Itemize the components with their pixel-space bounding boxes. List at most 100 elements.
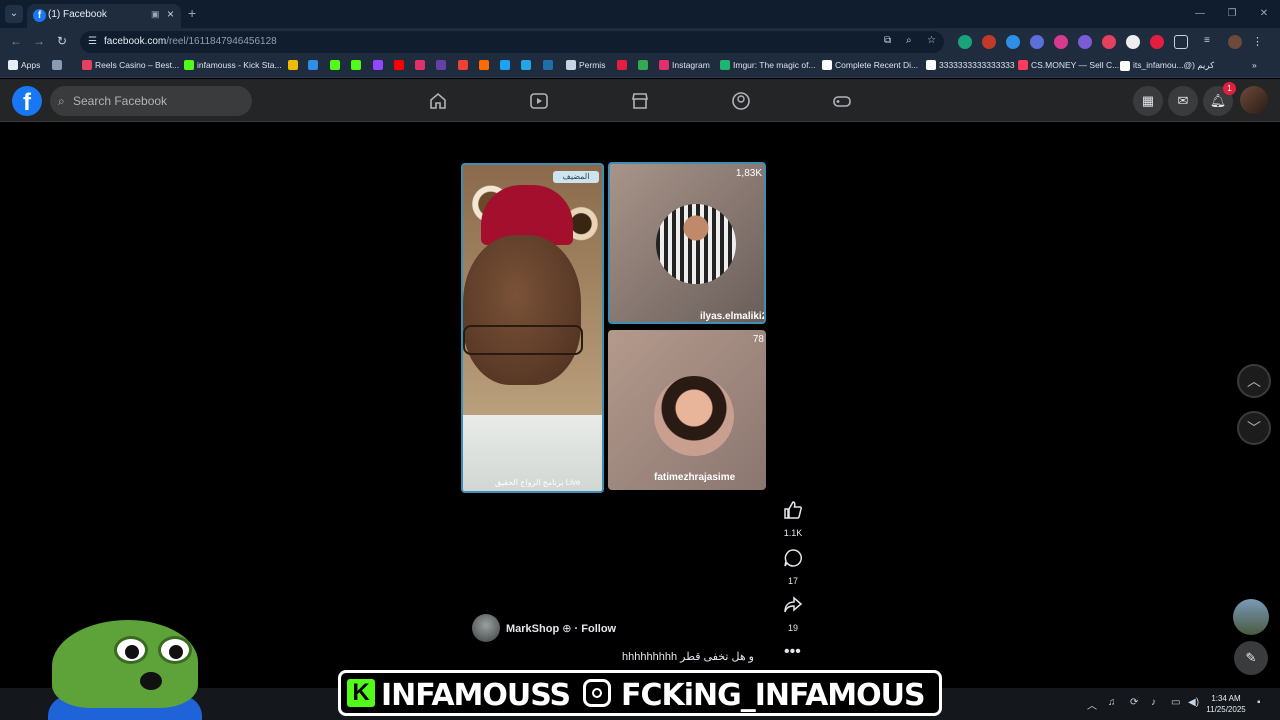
bookmark-item[interactable] <box>52 60 62 70</box>
search-input[interactable] <box>73 86 243 116</box>
bookmark-item[interactable]: 3333333333333333 <box>926 60 1015 70</box>
next-reel-button[interactable]: ﹀ <box>1237 411 1271 445</box>
comment-button[interactable]: 17 <box>778 548 808 586</box>
extension-icon[interactable] <box>958 35 972 49</box>
extension-icon[interactable] <box>1006 35 1020 49</box>
menu-kebab-icon[interactable]: ⋮ <box>1252 35 1266 49</box>
extension-icon[interactable] <box>1150 35 1164 49</box>
bookmark-item[interactable] <box>351 60 361 70</box>
back-icon[interactable]: ← <box>10 34 22 48</box>
bookmark-item[interactable] <box>288 60 298 70</box>
zoom-icon[interactable]: ⌕ <box>906 35 912 46</box>
bookmarks-overflow-icon[interactable]: » <box>1252 60 1257 70</box>
headset-icon[interactable]: ♫ <box>1108 697 1116 708</box>
extension-icon[interactable] <box>1078 35 1092 49</box>
host-glasses <box>463 325 583 355</box>
maximize-icon[interactable]: ❐ <box>1216 0 1248 28</box>
bookmark-item[interactable]: infamouss - Kick Sta... <box>184 60 282 70</box>
bookmark-label: CS.MONEY — Sell C... <box>1031 60 1120 70</box>
bookmark-item[interactable] <box>436 60 446 70</box>
microphone-icon[interactable]: ♪ <box>1151 697 1156 708</box>
extension-icon[interactable] <box>982 35 996 49</box>
more-options-icon[interactable]: ••• <box>784 643 801 661</box>
tab-close-icon[interactable]: × <box>167 7 174 21</box>
close-window-icon[interactable]: ✕ <box>1248 0 1280 28</box>
extension-icon[interactable] <box>1126 35 1140 49</box>
clock-date: 11/25/2025 <box>1206 705 1246 714</box>
bookmark-item[interactable]: CS.MONEY — Sell C... <box>1018 60 1119 70</box>
bookmark-item[interactable]: Reels Casino – Best... <box>82 60 179 70</box>
clock[interactable]: 1:34 AM 11/25/2025 <box>1206 693 1246 715</box>
tab-facebook[interactable]: f (1) Facebook ▣ × <box>27 4 181 28</box>
follow-button[interactable]: Follow <box>581 623 616 635</box>
bookmark-item[interactable]: Imgur: The magic of... <box>720 60 816 70</box>
extension-icon[interactable] <box>1054 35 1068 49</box>
bookmark-item[interactable] <box>543 60 553 70</box>
address-bar[interactable]: ☰ facebook.com/reel/1611847946456128 ⧉ ⌕… <box>80 31 944 53</box>
bookmark-favicon-icon <box>500 60 510 70</box>
bookmark-item[interactable] <box>500 60 510 70</box>
search-box[interactable]: ⌕ <box>50 86 252 116</box>
bookmark-item[interactable]: its_infamou...@) كريم <box>1120 60 1214 71</box>
share-button[interactable]: 19 <box>778 595 808 633</box>
reel-caption: hhhhhhhhh و هل تخفى قطر <box>622 651 754 663</box>
bookmark-item[interactable] <box>373 60 383 70</box>
bookmark-item[interactable] <box>330 60 340 70</box>
forward-icon[interactable]: → <box>33 34 45 48</box>
author-avatar[interactable] <box>472 614 500 642</box>
notifications-tray-icon[interactable]: ▪ <box>1257 697 1261 708</box>
gaming-icon[interactable] <box>832 92 852 110</box>
bookmark-favicon-icon <box>373 60 383 70</box>
bookmark-item[interactable]: Instagram <box>659 60 710 70</box>
guest-panel-2: 78 fatimezhrajasime <box>608 330 766 490</box>
bookmark-item[interactable] <box>308 60 318 70</box>
tab-search-button[interactable]: ⌄ <box>5 5 23 23</box>
extension-icon[interactable] <box>1030 35 1044 49</box>
volume-icon[interactable]: ◀) <box>1188 697 1199 708</box>
tray-overflow-icon[interactable]: ︿ <box>1087 697 1097 712</box>
media-control-icon[interactable]: ≡ <box>1204 35 1218 49</box>
groups-icon[interactable] <box>731 92 751 110</box>
minimize-icon[interactable]: — <box>1184 0 1216 28</box>
bookmark-item[interactable] <box>617 60 627 70</box>
facebook-logo-icon[interactable]: f <box>12 86 42 116</box>
bookmark-star-icon[interactable]: ☆ <box>927 35 936 46</box>
bookmark-item[interactable] <box>458 60 468 70</box>
bookmark-item[interactable] <box>521 60 531 70</box>
bookmark-label: Apps <box>21 60 41 70</box>
extension-icon[interactable] <box>1102 35 1116 49</box>
previous-reel-button[interactable]: ︿ <box>1237 364 1271 398</box>
bookmark-item[interactable]: Apps <box>8 60 40 70</box>
network-icon[interactable]: ▭ <box>1171 697 1180 708</box>
reel-video[interactable]: المضيف برنامج الزواج الحقيق Live 1,83K i… <box>461 160 766 493</box>
pepe-mouth <box>140 672 162 690</box>
marketplace-icon[interactable] <box>630 92 650 110</box>
menu-grid-icon[interactable]: ▦ <box>1133 86 1163 116</box>
sync-icon[interactable]: ⟳ <box>1130 697 1138 708</box>
media-icon[interactable]: ▣ <box>151 9 160 20</box>
messenger-icon[interactable]: ✉ <box>1168 86 1198 116</box>
profile-icon[interactable] <box>1228 35 1242 49</box>
author-name[interactable]: MarkShop <box>506 623 559 635</box>
bookmark-item[interactable] <box>479 60 489 70</box>
home-icon[interactable] <box>428 92 448 110</box>
url-text[interactable]: facebook.com/reel/1611847946456128 <box>104 36 277 47</box>
extensions-puzzle-icon[interactable] <box>1174 35 1188 49</box>
guest-2-count: 78 <box>752 334 764 345</box>
site-info-icon[interactable]: ☰ <box>88 36 97 47</box>
profile-avatar[interactable] <box>1240 86 1268 114</box>
bookmark-item[interactable]: Complete Recent Di... <box>822 60 918 70</box>
bookmark-item[interactable] <box>394 60 404 70</box>
install-app-icon[interactable]: ⧉ <box>884 35 891 46</box>
new-tab-button[interactable]: + <box>188 5 196 21</box>
bookmark-item[interactable] <box>638 60 648 70</box>
bookmark-item[interactable] <box>415 60 425 70</box>
notifications-icon[interactable]: 🔔︎ 1 <box>1203 82 1236 116</box>
like-button[interactable]: 1.1K <box>778 500 808 538</box>
new-message-button[interactable]: ✎ <box>1234 641 1268 675</box>
video-icon[interactable] <box>529 92 549 110</box>
reload-icon[interactable]: ↻ <box>57 34 67 48</box>
contact-avatar[interactable] <box>1233 599 1269 635</box>
bookmark-item[interactable]: Permis <box>566 60 605 70</box>
host-caption: برنامج الزواج الحقيق Live <box>495 478 581 487</box>
